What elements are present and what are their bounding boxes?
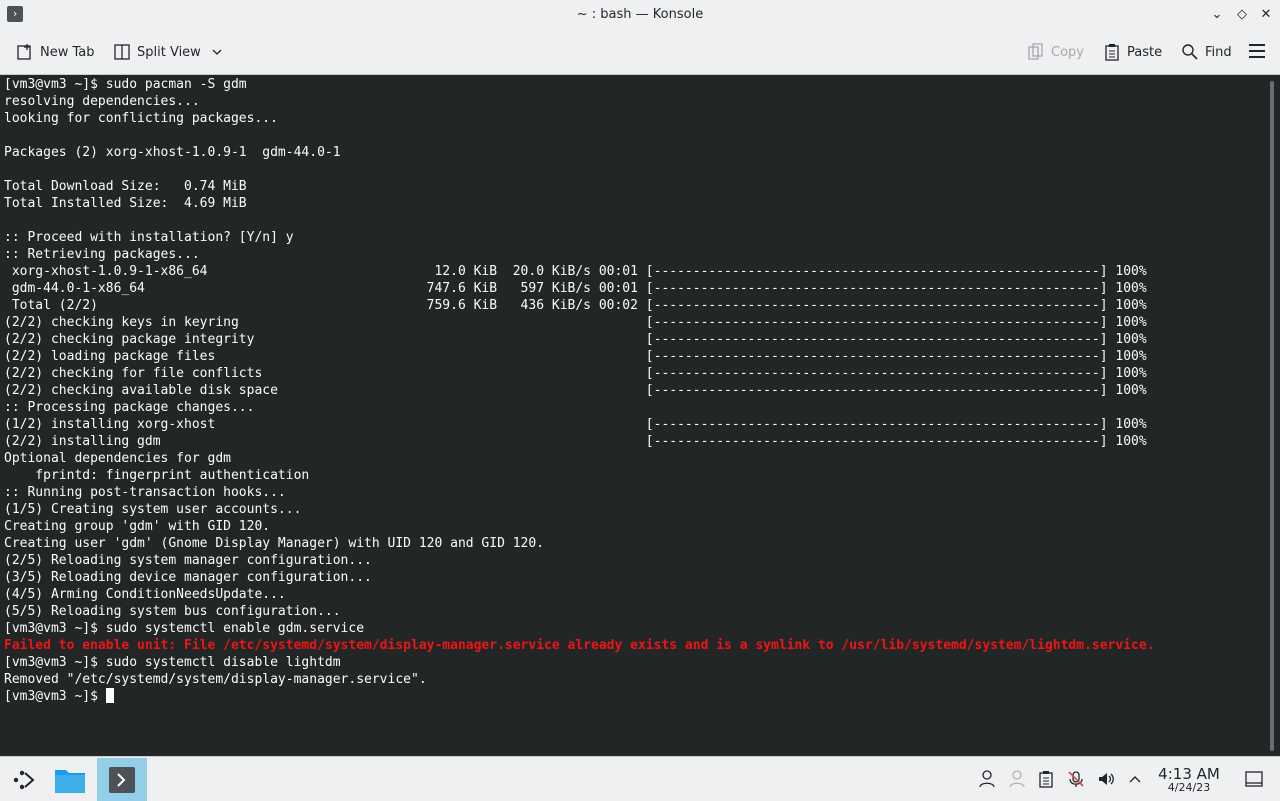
- terminal-line: (3/5) Reloading device manager configura…: [4, 570, 372, 585]
- minimize-button[interactable]: ⌄: [1207, 5, 1227, 25]
- find-label: Find: [1205, 44, 1232, 60]
- maximize-button[interactable]: ◇: [1232, 5, 1252, 25]
- terminal-line: fprintd: fingerprint authentication: [4, 468, 310, 483]
- split-view-button[interactable]: Split View: [113, 40, 223, 64]
- terminal-line: (4/5) Arming ConditionNeedsUpdate...: [4, 587, 286, 602]
- terminal-output: [vm3@vm3 ~]$ sudo pacman -S gdm resolving…: [4, 76, 1155, 705]
- terminal-line: :: Running post-transaction hooks...: [4, 485, 286, 500]
- folder-icon: [55, 769, 85, 793]
- new-tab-icon: [17, 44, 31, 60]
- terminal-line: resolving dependencies...: [4, 94, 200, 109]
- terminal-error-line: Failed to enable unit: File /etc/systemd…: [4, 638, 1155, 653]
- terminal-line: Total (2/2) 759.6 KiB 436 KiB/s 00:02 [-…: [4, 298, 1147, 313]
- user-switch-icon[interactable]: [1007, 769, 1027, 789]
- scrollbar[interactable]: [1270, 81, 1274, 751]
- window-title: ~ : bash — Konsole: [576, 7, 704, 22]
- copy-button[interactable]: Copy: [1027, 40, 1084, 64]
- paste-label: Paste: [1127, 44, 1163, 60]
- split-view-icon: [114, 44, 130, 60]
- show-desktop-icon[interactable]: [1244, 769, 1264, 789]
- terminal-line: (2/2) checking package integrity [------…: [4, 332, 1147, 347]
- user-icon[interactable]: [977, 769, 997, 789]
- terminal-line: :: Retrieving packages...: [4, 247, 200, 262]
- find-button[interactable]: Find: [1181, 40, 1232, 64]
- chevron-down-icon[interactable]: [211, 46, 223, 58]
- terminal-line: [vm3@vm3 ~]$ sudo systemctl disable ligh…: [4, 655, 341, 670]
- app-launcher-button[interactable]: [0, 758, 46, 801]
- terminal-line: (2/2) installing gdm [------------------…: [4, 434, 1147, 449]
- terminal-line: gdm-44.0-1-x86_64 747.6 KiB 597 KiB/s 00…: [4, 281, 1147, 296]
- terminal-line: Total Download Size: 0.74 MiB: [4, 179, 247, 194]
- copy-label: Copy: [1051, 44, 1084, 60]
- toolbar: New Tab Split View Copy Paste Find: [0, 30, 1280, 75]
- new-tab-button[interactable]: New Tab: [16, 40, 95, 64]
- copy-icon: [1028, 43, 1043, 60]
- microphone-muted-icon[interactable]: [1066, 769, 1086, 789]
- terminal-line: (2/5) Reloading system manager configura…: [4, 553, 372, 568]
- terminal-line: (2/2) checking keys in keyring [--------…: [4, 315, 1147, 330]
- terminal-line: (2/2) loading package files [-----------…: [4, 349, 1147, 364]
- konsole-icon: [109, 766, 135, 793]
- terminal-line: Optional dependencies for gdm: [4, 451, 231, 466]
- terminal-line: [vm3@vm3 ~]$: [4, 688, 1155, 705]
- new-tab-label: New Tab: [40, 44, 95, 60]
- terminal-line: [vm3@vm3 ~]$ sudo systemctl enable gdm.s…: [4, 621, 365, 636]
- search-icon: [1182, 44, 1198, 60]
- paste-button[interactable]: Paste: [1103, 40, 1162, 64]
- task-konsole[interactable]: [97, 758, 147, 801]
- app-launcher-icon: [13, 770, 35, 789]
- terminal-line: Total Installed Size: 4.69 MiB: [4, 196, 247, 211]
- terminal-line: :: Processing package changes...: [4, 400, 255, 415]
- terminal-line: (1/5) Creating system user accounts...: [4, 502, 302, 517]
- terminal-line: Creating group 'gdm' with GID 120.: [4, 519, 271, 534]
- clipboard-icon[interactable]: [1036, 769, 1056, 789]
- terminal-line: (2/2) checking available disk space [---…: [4, 383, 1147, 398]
- terminal-line: (2/2) checking for file conflicts [-----…: [4, 366, 1147, 381]
- close-button[interactable]: ✕: [1256, 5, 1276, 25]
- title-bar: › ~ : bash — Konsole ⌄ ◇ ✕: [0, 0, 1280, 30]
- task-file-manager[interactable]: [47, 758, 93, 801]
- terminal-line: xorg-xhost-1.0.9-1-x86_64 12.0 KiB 20.0 …: [4, 264, 1147, 279]
- terminal-line: (1/2) installing xorg-xhost [-----------…: [4, 417, 1147, 432]
- terminal-line: (5/5) Reloading system bus configuration…: [4, 604, 341, 619]
- split-view-label: Split View: [137, 44, 201, 60]
- terminal-line: Creating user 'gdm' (Gnome Display Manag…: [4, 536, 545, 551]
- hamburger-menu-icon[interactable]: [1249, 44, 1265, 58]
- terminal-line: Removed "/etc/systemd/system/display-man…: [4, 672, 427, 687]
- paste-icon: [1105, 44, 1119, 61]
- terminal-cursor: [105, 688, 114, 703]
- taskbar: 4:13 AM 4/24/23: [0, 756, 1280, 801]
- clock-date[interactable]: 4/24/23: [1150, 781, 1228, 794]
- terminal-line: looking for conflicting packages...: [4, 111, 278, 126]
- terminal-line: :: Proceed with installation? [Y/n] y: [4, 230, 294, 245]
- terminal-line: Packages (2) xorg-xhost-1.0.9-1 gdm-44.0…: [4, 145, 341, 160]
- terminal-view[interactable]: [vm3@vm3 ~]$ sudo pacman -S gdm resolving…: [0, 75, 1280, 756]
- system-tray-expand-icon[interactable]: [1125, 769, 1145, 789]
- terminal-line: [vm3@vm3 ~]$ sudo pacman -S gdm: [4, 77, 247, 92]
- volume-icon[interactable]: [1096, 769, 1116, 789]
